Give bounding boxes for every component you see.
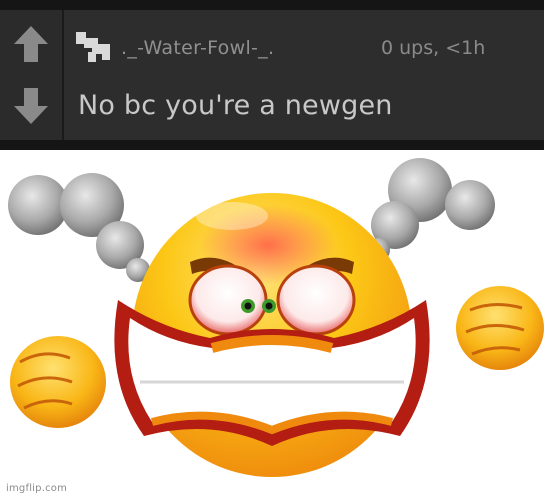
comment-panel: ._-Water-Fowl-_. 0 ups, <1h No bc you're… xyxy=(0,0,544,150)
comment-meta: 0 ups, <1h xyxy=(381,37,486,59)
comment-username[interactable]: ._-Water-Fowl-_. xyxy=(121,37,274,59)
angry-emoji-icon xyxy=(8,158,544,477)
fist-right xyxy=(456,286,544,370)
downvote-button[interactable] xyxy=(8,80,54,134)
comment-text: No bc you're a newgen xyxy=(78,90,393,121)
user-badge-icon xyxy=(76,32,110,62)
imgflip-watermark: imgflip.com xyxy=(6,483,68,494)
comment-card: ._-Water-Fowl-_. 0 ups, <1h No bc you're… xyxy=(0,10,544,140)
arrow-up-icon xyxy=(14,26,48,62)
angry-emoji-image xyxy=(0,150,544,499)
steam-left xyxy=(8,173,154,294)
vote-column xyxy=(0,10,64,140)
upvote-button[interactable] xyxy=(8,16,54,70)
arrow-down-icon xyxy=(14,88,48,124)
fist-left xyxy=(10,336,106,428)
